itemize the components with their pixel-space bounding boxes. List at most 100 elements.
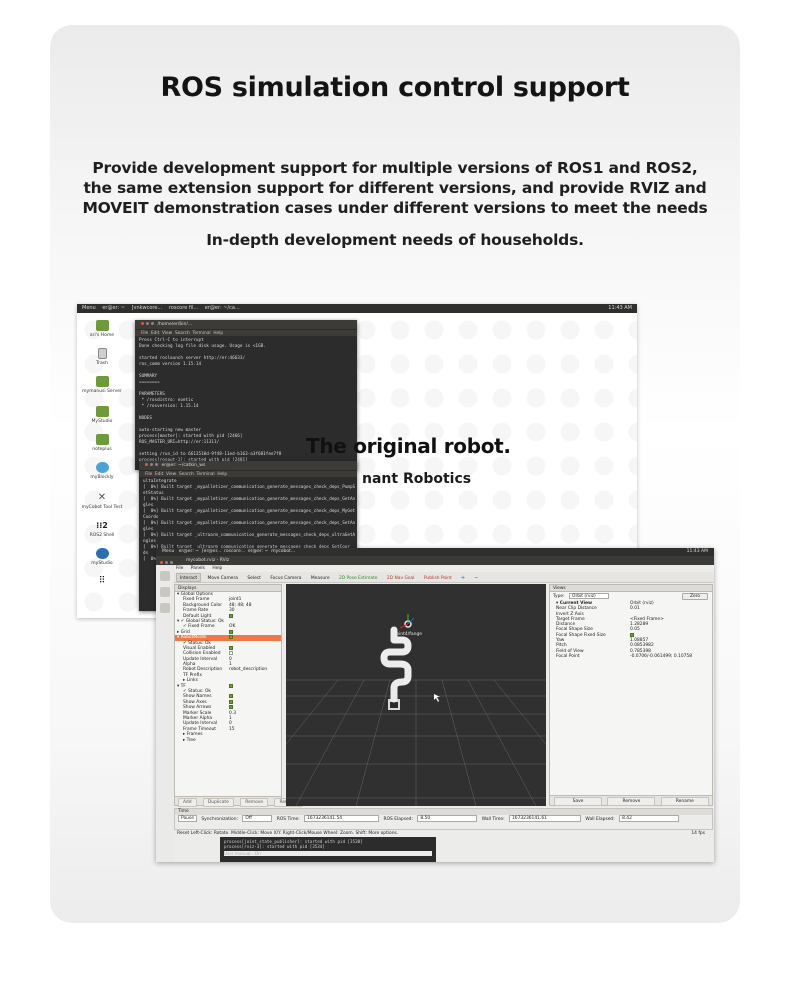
menu-file[interactable]: File — [176, 566, 183, 571]
menu-button[interactable]: Menu — [162, 549, 174, 554]
add-button[interactable]: Add — [178, 798, 197, 807]
display-name: Fixed Frame — [183, 597, 210, 603]
description-line: Provide development support for multiple… — [92, 159, 698, 177]
panel-tab[interactable]: mycobot... — [271, 549, 295, 554]
checkbox[interactable] — [229, 635, 233, 640]
panel-tab[interactable]: roscore fil... — [169, 304, 198, 313]
description-line: MOVEIT demonstration cases under differe… — [82, 199, 708, 217]
trash-icon[interactable]: Trash — [81, 348, 123, 366]
rviz-toolbar: Interact Move Camera Select Focus Camera… — [156, 572, 714, 583]
menu-panels[interactable]: Panels — [191, 566, 205, 571]
blockly-icon[interactable]: myBlockly — [81, 462, 123, 480]
3d-viewport[interactable]: joint4/fange — [286, 584, 546, 806]
menu-item[interactable]: Search — [175, 331, 190, 336]
checkbox[interactable] — [229, 683, 233, 688]
sync-select[interactable]: Off — [242, 815, 273, 822]
checkbox[interactable] — [229, 613, 233, 618]
display-name: TF — [180, 683, 186, 689]
panel-tab[interactable]: er@er: ~ — [248, 549, 268, 554]
view-property-row[interactable]: Focal Point -0.0706/-0.061499; 0.10758 — [550, 654, 712, 659]
menu-item[interactable]: Terminal — [192, 331, 210, 336]
view-property-value[interactable]: -0.0706/-0.061499; 0.10758 — [630, 654, 692, 659]
menu-item[interactable]: Terminal — [196, 472, 214, 477]
close-icon — [160, 561, 163, 564]
ros-elapsed-label: ROS Elapsed: — [383, 817, 413, 822]
taskbar-label: User manual - Dri — [224, 851, 432, 856]
terminal-output: process[joint_state_publisher]: started … — [220, 837, 436, 862]
tool-publish-point[interactable]: Publish Point — [421, 574, 455, 583]
display-name: Fixed Frame — [188, 624, 215, 630]
window-title: mycobot.rviz - RViz — [186, 558, 230, 563]
display-row[interactable]: ▸ Tree — [175, 738, 281, 743]
tool-2d-nav-goal[interactable]: 2D Nav Goal — [384, 574, 418, 583]
menu-item[interactable]: View — [162, 331, 172, 336]
rename-button[interactable]: Rename — [660, 797, 709, 806]
top-panel: Menu er@er: ~ [er@er... roscore... er@er… — [156, 548, 714, 556]
server-icon[interactable]: mymanusi Server — [81, 376, 123, 394]
menu-item[interactable]: Edit — [151, 331, 159, 336]
app-grid-icon[interactable]: ⠿ — [81, 576, 123, 587]
checkbox[interactable] — [229, 645, 233, 650]
views-title: Views — [550, 585, 712, 592]
save-button[interactable]: Save — [554, 797, 602, 806]
menu-item[interactable]: View — [166, 472, 176, 477]
panel-tab[interactable]: [er@er... — [202, 549, 221, 554]
mystudio-icon[interactable]: myStudio — [81, 548, 123, 566]
terminal-line: process[rviz-3]: started with pid [3534] — [224, 844, 325, 849]
grid-icon[interactable]: ⁝⁝2 ROS2 Shell — [81, 520, 123, 538]
zero-button[interactable]: Zero — [682, 593, 708, 600]
remove-tool-icon[interactable]: − — [471, 574, 481, 583]
menu-item[interactable]: File — [141, 331, 148, 336]
menu-item[interactable]: Edit — [155, 472, 163, 477]
display-name: Marker Scale — [183, 710, 212, 716]
add-tool-icon[interactable]: ✛ — [458, 574, 468, 583]
panel-tab[interactable]: er@er: ~ — [102, 304, 125, 313]
terminal-line: [ 0%] Built target _mypalletizer_communi… — [143, 485, 356, 490]
menu-button[interactable]: Menu — [82, 304, 96, 313]
terminal-titlebar: er@er: ~/catkin_ws — [139, 461, 357, 470]
displays-title: Displays — [175, 585, 281, 592]
panel-tab[interactable]: [vnkwcore... — [132, 304, 163, 313]
checkbox[interactable] — [229, 629, 233, 634]
rviz-screenshot: Menu er@er: ~ [er@er... roscore... er@er… — [156, 548, 714, 862]
views-type-select[interactable]: Orbit (rviz) — [568, 592, 609, 599]
tools-icon[interactable]: ✕ myCobot Tool Test — [81, 492, 123, 510]
remove-button[interactable]: Remove — [607, 797, 656, 806]
menu-item[interactable]: Search — [179, 472, 194, 477]
folder-icon[interactable]: noteplus — [81, 434, 123, 452]
menu-item[interactable]: Help — [217, 472, 227, 477]
tool-focus-camera[interactable]: Focus Camera — [267, 574, 304, 583]
views-panel: Views Type: Orbit (rviz) Zero ▾ Current … — [549, 584, 713, 806]
tool-2d-pose-estimate[interactable]: 2D Pose Estimate — [336, 574, 381, 583]
fps-counter: 14 fps — [691, 831, 705, 836]
duplicate-button[interactable]: Duplicate — [202, 798, 234, 807]
panel-tab[interactable]: roscore... — [224, 549, 245, 554]
checkbox[interactable] — [229, 651, 233, 656]
panel-tab[interactable]: er@er: ~ — [179, 549, 199, 554]
terminal-line: [ 0%] Built target _mypalletizer_communi… — [143, 521, 356, 526]
tool-measure[interactable]: Measure — [308, 574, 333, 583]
views-type-label: Type: — [553, 594, 565, 599]
menu-item[interactable]: Help — [213, 331, 223, 336]
checkbox[interactable] — [229, 699, 233, 704]
remove-button[interactable]: Remove — [240, 798, 269, 807]
view-property-name: Field of View — [556, 648, 584, 654]
checkbox[interactable] — [630, 632, 634, 637]
home-folder-icon[interactable]: ari's Home — [81, 320, 123, 338]
pause-button[interactable]: Pause — [178, 815, 197, 822]
terminal-menubar: File Edit View Search Terminal Help — [135, 329, 357, 336]
checkbox[interactable] — [229, 694, 233, 699]
rviz-menubar: File Panels Help — [156, 565, 714, 572]
folder-icon[interactable]: MyStudio — [81, 406, 123, 424]
display-name: Collision Enabled — [183, 651, 221, 657]
display-name: Show Names — [183, 694, 212, 700]
tool-select[interactable]: Select — [244, 574, 264, 583]
ros-elapsed-value: 8.50 — [417, 815, 478, 822]
checkbox[interactable] — [229, 705, 233, 710]
tool-move-camera[interactable]: Move Camera — [205, 574, 241, 583]
panel-tab[interactable]: er@er: ~/ca... — [205, 304, 240, 313]
sync-label: Synchronization: — [201, 817, 238, 822]
menu-item[interactable]: File — [145, 472, 152, 477]
menu-help[interactable]: Help — [212, 566, 222, 571]
tool-interact[interactable]: Interact — [176, 573, 202, 582]
